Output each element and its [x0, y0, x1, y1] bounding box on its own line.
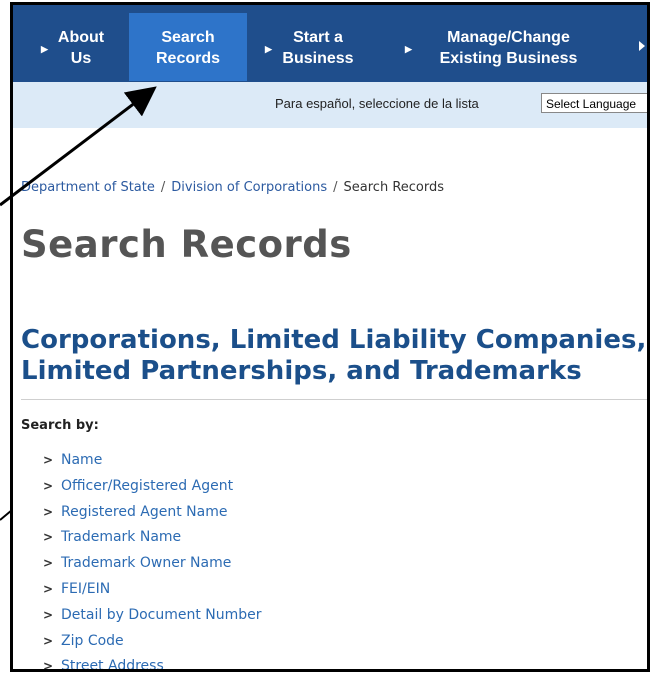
main-navigation: ▶ About Us Search Records ▶ Start a Busi…: [13, 5, 647, 82]
list-item: > Street Address: [43, 658, 262, 672]
search-link-street-address[interactable]: Street Address: [61, 658, 164, 669]
list-item: > Name: [43, 452, 262, 478]
search-link-officer-registered-agent[interactable]: Officer/Registered Agent: [61, 478, 233, 494]
list-item: > Trademark Owner Name: [43, 555, 262, 581]
search-link-fei-ein[interactable]: FEI/EIN: [61, 581, 110, 597]
language-prompt: Para español, seleccione de la lista: [275, 96, 479, 111]
list-item: > Zip Code: [43, 633, 262, 659]
list-item: > Registered Agent Name: [43, 504, 262, 530]
breadcrumb-separator: /: [333, 180, 338, 195]
nav-start-a-business[interactable]: ▶ Start a Business: [251, 13, 385, 81]
list-item: > FEI/EIN: [43, 581, 262, 607]
breadcrumb: Department of State / Division of Corporat…: [21, 180, 444, 195]
search-link-list: > Name > Officer/Registered Agent > Registe…: [43, 452, 262, 672]
search-link-zip-code[interactable]: Zip Code: [61, 633, 124, 649]
breadcrumb-separator: /: [160, 180, 166, 195]
chevron-right-icon: >: [43, 607, 54, 622]
caret-right-icon: [639, 41, 645, 51]
caret-right-icon: ▶: [265, 44, 272, 54]
nav-search-records-label: Search Records: [155, 29, 221, 67]
language-bar: Para español, seleccione de la lista Sel…: [13, 82, 647, 128]
chevron-right-icon: >: [43, 633, 54, 648]
chevron-right-icon: >: [43, 530, 54, 545]
nav-about-us[interactable]: ▶ About Us: [33, 13, 129, 81]
section-title: Corporations, Limited Liability Companie…: [21, 325, 647, 386]
chevron-right-icon: >: [43, 659, 54, 672]
chevron-right-icon: >: [43, 453, 54, 467]
search-link-trademark-owner-name[interactable]: Trademark Owner Name: [61, 555, 231, 571]
breadcrumb-division-of-corporations[interactable]: Division of Corporations: [171, 180, 327, 195]
nav-manage-existing-business[interactable]: ▶ Manage/Change Existing Business: [391, 13, 626, 81]
language-select[interactable]: Select Language: [541, 93, 647, 113]
search-link-name[interactable]: Name: [61, 452, 102, 468]
caret-right-icon: ▶: [405, 44, 412, 54]
breadcrumb-department-of-state[interactable]: Department of State: [21, 180, 155, 195]
list-item: > Officer/Registered Agent: [43, 478, 262, 504]
chevron-right-icon: >: [43, 478, 54, 493]
search-by-label: Search by:: [21, 418, 99, 433]
chevron-right-icon: >: [43, 581, 54, 596]
divider: [21, 399, 647, 400]
list-item: > Trademark Name: [43, 529, 262, 555]
screenshot-frame: ▶ About Us Search Records ▶ Start a Busi…: [10, 2, 650, 672]
search-link-trademark-name[interactable]: Trademark Name: [61, 529, 181, 545]
caret-right-icon: ▶: [41, 44, 48, 54]
page-title: Search Records: [21, 223, 352, 266]
breadcrumb-current: Search Records: [343, 180, 445, 195]
chevron-right-icon: >: [43, 556, 54, 571]
search-link-registered-agent-name[interactable]: Registered Agent Name: [61, 504, 227, 520]
list-item: > Detail by Document Number: [43, 607, 262, 633]
nav-manage-existing-business-label: Manage/Change Existing Business: [439, 29, 578, 67]
nav-search-records[interactable]: Search Records: [129, 13, 247, 81]
chevron-right-icon: >: [43, 504, 54, 519]
search-link-document-number[interactable]: Detail by Document Number: [61, 607, 262, 623]
